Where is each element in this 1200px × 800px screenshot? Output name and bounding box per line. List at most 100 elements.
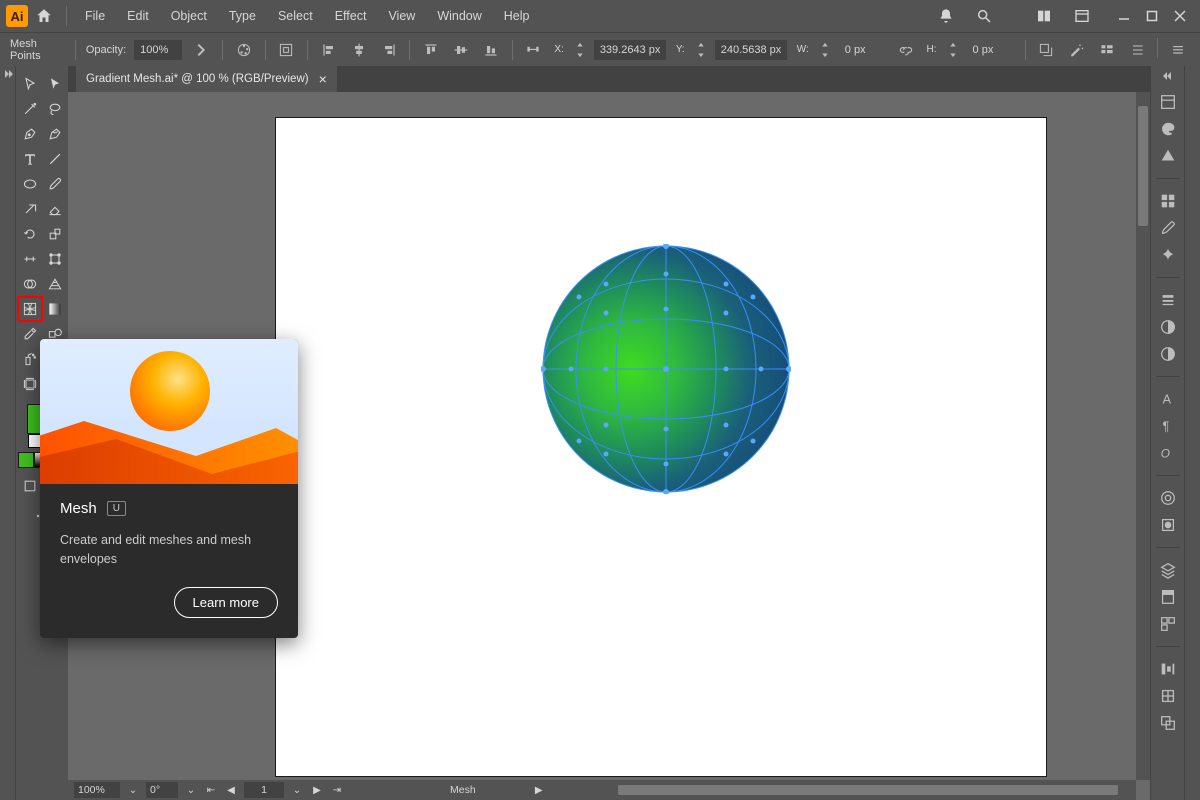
brushes-panel-button[interactable] bbox=[1155, 216, 1181, 240]
graphic-styles-panel-button[interactable] bbox=[1155, 513, 1181, 537]
link-wh-button[interactable] bbox=[895, 38, 917, 62]
rotate-select[interactable] bbox=[146, 782, 178, 798]
align-panel-button[interactable] bbox=[1155, 657, 1181, 681]
align-center-v-button[interactable] bbox=[450, 38, 472, 62]
recolor-button[interactable] bbox=[233, 38, 255, 62]
artboard-tool[interactable] bbox=[18, 372, 42, 396]
align-left-button[interactable] bbox=[318, 38, 340, 62]
symbol-sprayer-tool[interactable] bbox=[18, 347, 42, 371]
align-top-button[interactable] bbox=[420, 38, 442, 62]
align-to-button[interactable] bbox=[276, 38, 298, 62]
artboard-nav-dropdown[interactable]: ⌄ bbox=[290, 783, 304, 797]
mesh-tool[interactable] bbox=[18, 297, 42, 321]
paintbrush-tool[interactable] bbox=[43, 172, 67, 196]
edit-similar-button[interactable] bbox=[1065, 38, 1087, 62]
shape-builder-tool[interactable] bbox=[18, 272, 42, 296]
maximize-button[interactable] bbox=[1142, 8, 1162, 24]
shaper-tool[interactable] bbox=[18, 197, 42, 221]
menu-type[interactable]: Type bbox=[219, 5, 266, 27]
panel-options-button[interactable] bbox=[1166, 38, 1190, 62]
align-bottom-button[interactable] bbox=[480, 38, 502, 62]
menu-effect[interactable]: Effect bbox=[325, 5, 377, 27]
vertical-scrollbar[interactable] bbox=[1136, 92, 1150, 780]
horizontal-scrollbar[interactable] bbox=[558, 784, 1130, 796]
properties-panel-button[interactable] bbox=[1155, 90, 1181, 114]
rotate-tool[interactable] bbox=[18, 222, 42, 246]
mesh-sphere-object[interactable] bbox=[541, 244, 791, 494]
y-input[interactable] bbox=[715, 40, 787, 60]
panel-menu-2[interactable] bbox=[1125, 38, 1149, 62]
color-mode-fill[interactable] bbox=[18, 452, 34, 468]
y-stepper[interactable] bbox=[689, 38, 713, 62]
arrange-documents-button[interactable] bbox=[1030, 2, 1058, 30]
opacity-dropdown[interactable] bbox=[190, 38, 212, 62]
workspace-button[interactable] bbox=[1068, 2, 1096, 30]
pen-tool[interactable] bbox=[18, 122, 42, 146]
direct-selection-tool[interactable] bbox=[43, 72, 67, 96]
zoom-select[interactable] bbox=[74, 782, 120, 798]
artboards-panel-button[interactable] bbox=[1155, 612, 1181, 636]
artboard-first[interactable]: ⇤ bbox=[204, 783, 218, 797]
draw-mode-button[interactable] bbox=[18, 474, 42, 498]
symbols-panel-button[interactable] bbox=[1155, 243, 1181, 267]
selection-tool[interactable] bbox=[18, 72, 42, 96]
layers-panel-button[interactable] bbox=[1155, 558, 1181, 582]
eyedropper-tool[interactable] bbox=[18, 322, 42, 346]
right-dock-collapse[interactable] bbox=[1184, 66, 1200, 800]
close-window-button[interactable] bbox=[1170, 8, 1190, 24]
rotate-dropdown[interactable]: ⌄ bbox=[184, 783, 198, 797]
perspective-tool[interactable] bbox=[43, 272, 67, 296]
paragraph-panel-button[interactable]: ¶ bbox=[1155, 414, 1181, 438]
align-right-button[interactable] bbox=[378, 38, 400, 62]
eraser-tool[interactable] bbox=[43, 197, 67, 221]
artboard-next[interactable]: ▶ bbox=[310, 783, 324, 797]
opentype-panel-button[interactable]: O bbox=[1155, 441, 1181, 465]
color-panel-button[interactable] bbox=[1155, 117, 1181, 141]
menu-edit[interactable]: Edit bbox=[117, 5, 159, 27]
zoom-dropdown[interactable]: ⌄ bbox=[126, 783, 140, 797]
x-stepper[interactable] bbox=[568, 38, 592, 62]
artboard-last[interactable]: ⇥ bbox=[330, 783, 344, 797]
isolate-button[interactable] bbox=[1035, 38, 1057, 62]
left-dock-collapse[interactable] bbox=[0, 66, 16, 800]
panel-menu-1[interactable] bbox=[1095, 38, 1119, 62]
menu-select[interactable]: Select bbox=[268, 5, 323, 27]
color-guide-panel-button[interactable] bbox=[1155, 144, 1181, 168]
asset-export-panel-button[interactable] bbox=[1155, 585, 1181, 609]
swatches-panel-button[interactable] bbox=[1155, 189, 1181, 213]
scale-tool[interactable] bbox=[43, 222, 67, 246]
menu-window[interactable]: Window bbox=[427, 5, 491, 27]
menu-help[interactable]: Help bbox=[494, 5, 540, 27]
type-tool[interactable] bbox=[18, 147, 42, 171]
artboard-number[interactable] bbox=[244, 782, 284, 798]
gradient-tool[interactable] bbox=[43, 297, 67, 321]
search-button[interactable] bbox=[970, 2, 998, 30]
menu-object[interactable]: Object bbox=[161, 5, 217, 27]
transparency-panel-button[interactable] bbox=[1155, 342, 1181, 366]
menu-file[interactable]: File bbox=[75, 5, 115, 27]
pathfinder-panel-button[interactable] bbox=[1155, 711, 1181, 735]
minimize-button[interactable] bbox=[1114, 8, 1134, 24]
status-play[interactable]: ▶ bbox=[532, 783, 546, 797]
transform-ref-button[interactable] bbox=[523, 38, 545, 62]
stroke-panel-button[interactable] bbox=[1155, 288, 1181, 312]
lasso-tool[interactable] bbox=[43, 97, 67, 121]
artboard-prev[interactable]: ◀ bbox=[224, 783, 238, 797]
free-transform-tool[interactable] bbox=[43, 247, 67, 271]
line-tool[interactable] bbox=[43, 147, 67, 171]
home-button[interactable] bbox=[30, 2, 58, 30]
ellipse-tool[interactable] bbox=[18, 172, 42, 196]
scrollbar-thumb[interactable] bbox=[618, 785, 1118, 795]
notifications-button[interactable] bbox=[932, 2, 960, 30]
close-tab-button[interactable]: × bbox=[319, 71, 327, 87]
appearance-panel-button[interactable] bbox=[1155, 486, 1181, 510]
width-tool[interactable] bbox=[18, 247, 42, 271]
document-tab[interactable]: Gradient Mesh.ai* @ 100 % (RGB/Preview) … bbox=[76, 66, 337, 92]
magic-wand-tool[interactable] bbox=[18, 97, 42, 121]
transform-panel-button[interactable] bbox=[1155, 684, 1181, 708]
menu-view[interactable]: View bbox=[378, 5, 425, 27]
opacity-input[interactable] bbox=[134, 40, 182, 60]
character-panel-button[interactable]: A bbox=[1155, 387, 1181, 411]
artboard[interactable] bbox=[276, 118, 1046, 776]
gradient-panel-button[interactable] bbox=[1155, 315, 1181, 339]
